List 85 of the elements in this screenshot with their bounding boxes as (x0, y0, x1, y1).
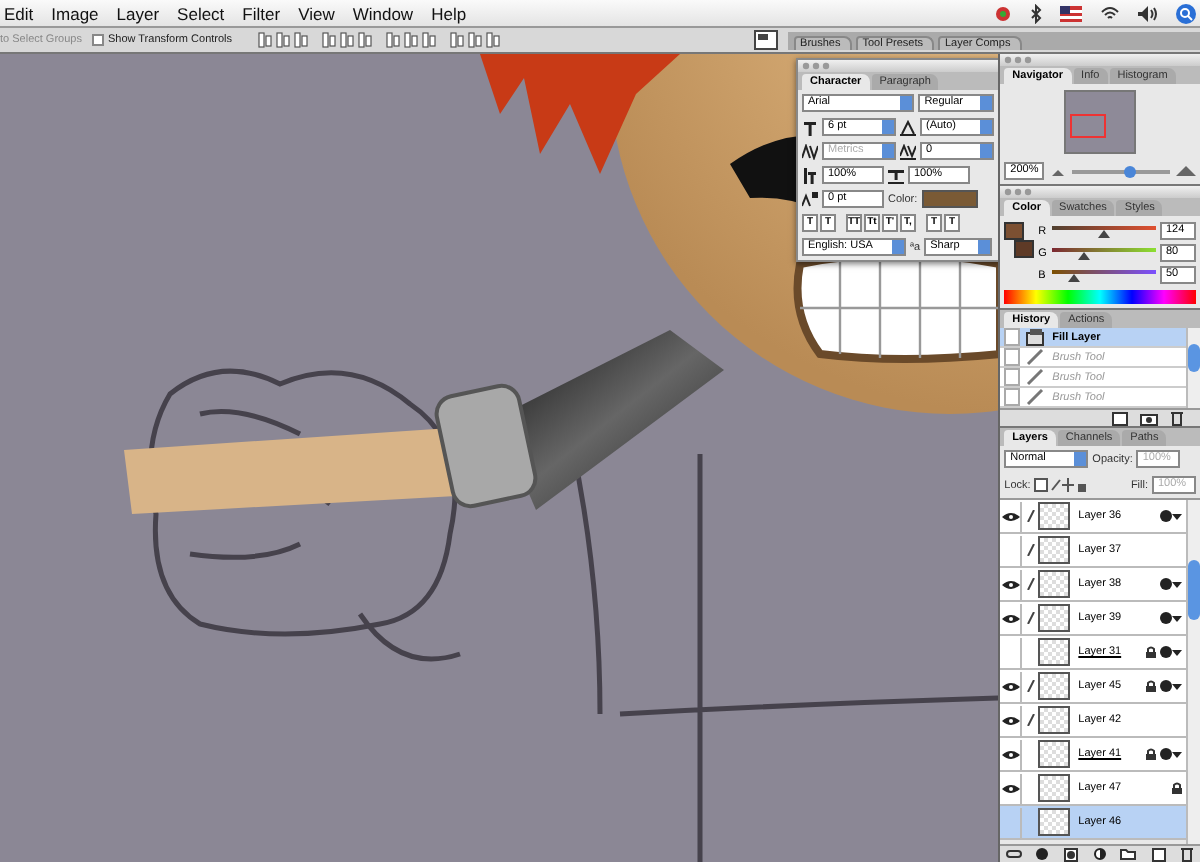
layer-thumbnail (1038, 570, 1071, 598)
eye-icon[interactable] (1001, 783, 1020, 793)
menu-item[interactable]: Layer (116, 3, 160, 23)
color-spectrum[interactable] (1004, 290, 1196, 304)
align-icon[interactable] (450, 32, 465, 48)
kerning-icon (802, 143, 818, 159)
eye-icon[interactable] (1001, 579, 1020, 589)
snapshot-checkbox[interactable] (1004, 328, 1021, 346)
palette-well-icon[interactable] (754, 30, 779, 50)
layer-effects-icon[interactable] (1160, 510, 1182, 522)
snapshot-checkbox[interactable] (1004, 368, 1021, 386)
new-layer-icon[interactable] (1151, 847, 1166, 861)
brush-icon (1026, 368, 1047, 386)
brush-icon (1026, 348, 1047, 366)
layer-style-icon[interactable] (1036, 848, 1049, 860)
layer-thumbnail (1038, 536, 1071, 564)
bluetooth-icon[interactable] (1030, 3, 1042, 23)
layer-thumbnail (1038, 604, 1071, 632)
layer-thumbnail (1038, 808, 1071, 836)
snapshot-checkbox[interactable] (1004, 388, 1021, 406)
layer-effects-icon[interactable] (1160, 578, 1182, 590)
mask-icon[interactable] (1064, 847, 1079, 861)
trash-icon[interactable] (1180, 846, 1195, 862)
menu-item[interactable]: Filter (242, 3, 281, 23)
eye-icon[interactable] (1001, 681, 1020, 691)
menu-item[interactable]: Help (431, 3, 467, 23)
menu-item[interactable]: Window (352, 3, 414, 23)
leading-icon (900, 119, 916, 135)
menu-item[interactable]: Edit (4, 3, 34, 23)
trash-icon[interactable] (1170, 410, 1184, 426)
brush-icon (1026, 388, 1047, 406)
align-icon[interactable] (386, 32, 401, 48)
fill-layer-icon (1026, 328, 1047, 346)
speaker-icon[interactable] (1138, 5, 1158, 21)
horizontal-scale-icon (888, 167, 904, 183)
layer-effects-icon[interactable] (1160, 612, 1182, 624)
snapshot-checkbox[interactable] (1004, 348, 1021, 366)
layer-thumbnail (1038, 638, 1071, 666)
menu-item[interactable]: Select (177, 3, 225, 23)
layer-effects-icon[interactable] (1160, 680, 1182, 692)
baseline-shift-icon (802, 191, 818, 207)
text-color-swatch[interactable] (921, 190, 978, 208)
layer-effects-icon[interactable] (1160, 748, 1182, 760)
layer-effects-icon[interactable] (1160, 646, 1182, 658)
align-icon[interactable] (322, 32, 337, 48)
link-icon[interactable] (1005, 848, 1022, 860)
align-icon[interactable] (340, 32, 355, 48)
menu-item[interactable]: Image (51, 3, 99, 23)
scrollbar[interactable] (1186, 328, 1200, 408)
eye-icon[interactable] (1001, 715, 1020, 725)
zoom-slider-thumb[interactable] (1124, 165, 1137, 177)
folder-icon[interactable] (1120, 848, 1137, 860)
align-icon[interactable] (422, 32, 437, 48)
scrollbar[interactable] (1186, 500, 1200, 844)
menu-item[interactable]: View (298, 3, 335, 23)
lock-options-icon[interactable] (1034, 478, 1089, 492)
new-document-icon[interactable] (1112, 411, 1128, 425)
align-icon[interactable] (358, 32, 373, 48)
adjustment-layer-icon[interactable] (1093, 848, 1106, 860)
checkbox[interactable] (91, 34, 104, 46)
align-icon[interactable] (294, 32, 309, 48)
search-icon[interactable] (1176, 3, 1196, 23)
font-size-icon (802, 119, 818, 135)
eye-icon[interactable] (1001, 749, 1020, 759)
camera-icon[interactable] (1140, 411, 1158, 425)
align-icon[interactable] (404, 32, 419, 48)
layer-thumbnail (1038, 706, 1071, 734)
align-icon[interactable] (486, 32, 501, 48)
zoom-in-icon[interactable] (1176, 164, 1196, 178)
layer-thumbnail (1038, 774, 1071, 802)
tracking-icon (900, 143, 916, 159)
eye-icon[interactable] (1001, 613, 1020, 623)
vertical-scale-icon (802, 167, 818, 183)
layer-thumbnail (1038, 502, 1071, 530)
flag-icon[interactable] (1060, 5, 1082, 21)
eye-icon[interactable] (1001, 511, 1020, 521)
foreground-color-swatch[interactable] (1004, 222, 1025, 240)
align-icon[interactable] (276, 32, 291, 48)
layer-thumbnail (1038, 672, 1071, 700)
background-color-swatch[interactable] (1014, 240, 1035, 258)
align-icon[interactable] (258, 32, 273, 48)
layer-thumbnail (1038, 740, 1071, 768)
align-icon[interactable] (468, 32, 483, 48)
zoom-out-icon[interactable] (1050, 165, 1067, 177)
wifi-icon[interactable] (1100, 5, 1120, 21)
